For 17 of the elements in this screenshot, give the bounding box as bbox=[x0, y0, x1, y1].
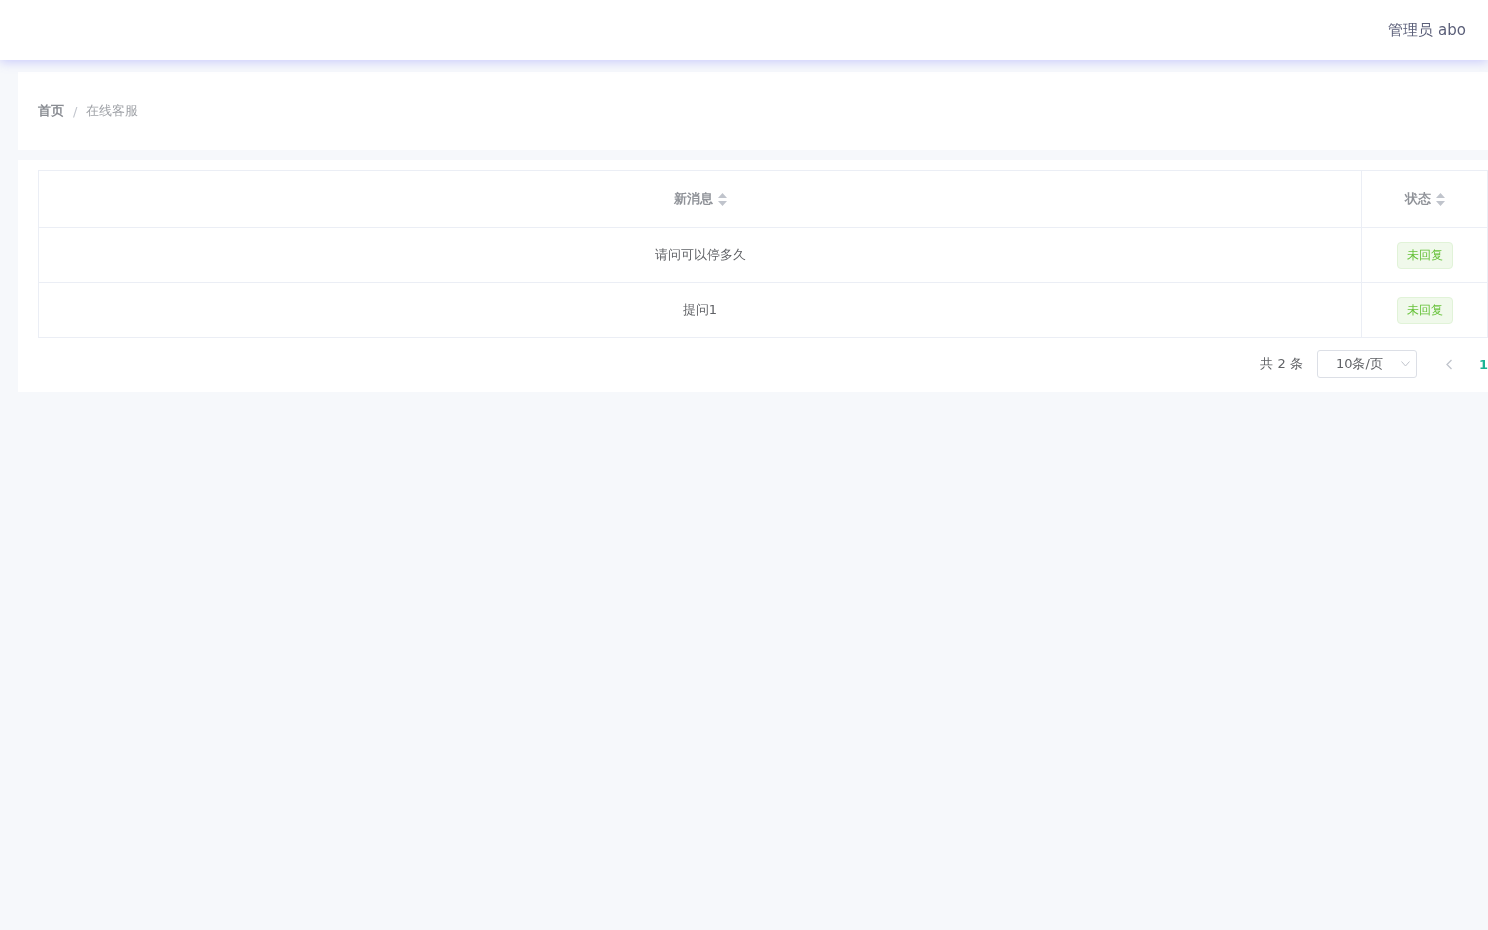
caret-icon bbox=[1400, 361, 1410, 367]
sort-icon[interactable] bbox=[1435, 192, 1445, 206]
breadcrumb-item: 在线客服 bbox=[86, 102, 139, 120]
user-name[interactable]: 管理员 abo bbox=[1388, 20, 1466, 40]
message-cell: 请问可以停多久 bbox=[654, 247, 746, 262]
status-tag: 未回复 bbox=[1396, 241, 1453, 269]
page-size-select[interactable]: 10条/页 bbox=[1316, 350, 1417, 378]
column-header[interactable]: 状态 bbox=[1404, 190, 1431, 208]
column-header[interactable]: 新消息 bbox=[673, 190, 713, 208]
sort-icon[interactable] bbox=[717, 192, 727, 206]
previous-page-icon[interactable] bbox=[1444, 358, 1453, 370]
breadcrumb-item[interactable]: 首页 bbox=[38, 102, 64, 120]
message-cell: 提问1 bbox=[682, 302, 718, 317]
total-count: 共 2 条 bbox=[1260, 355, 1303, 373]
page-number[interactable]: 1 bbox=[1478, 356, 1488, 372]
breadcrumb-separator: / bbox=[73, 103, 78, 119]
status-tag: 未回复 bbox=[1396, 296, 1453, 324]
